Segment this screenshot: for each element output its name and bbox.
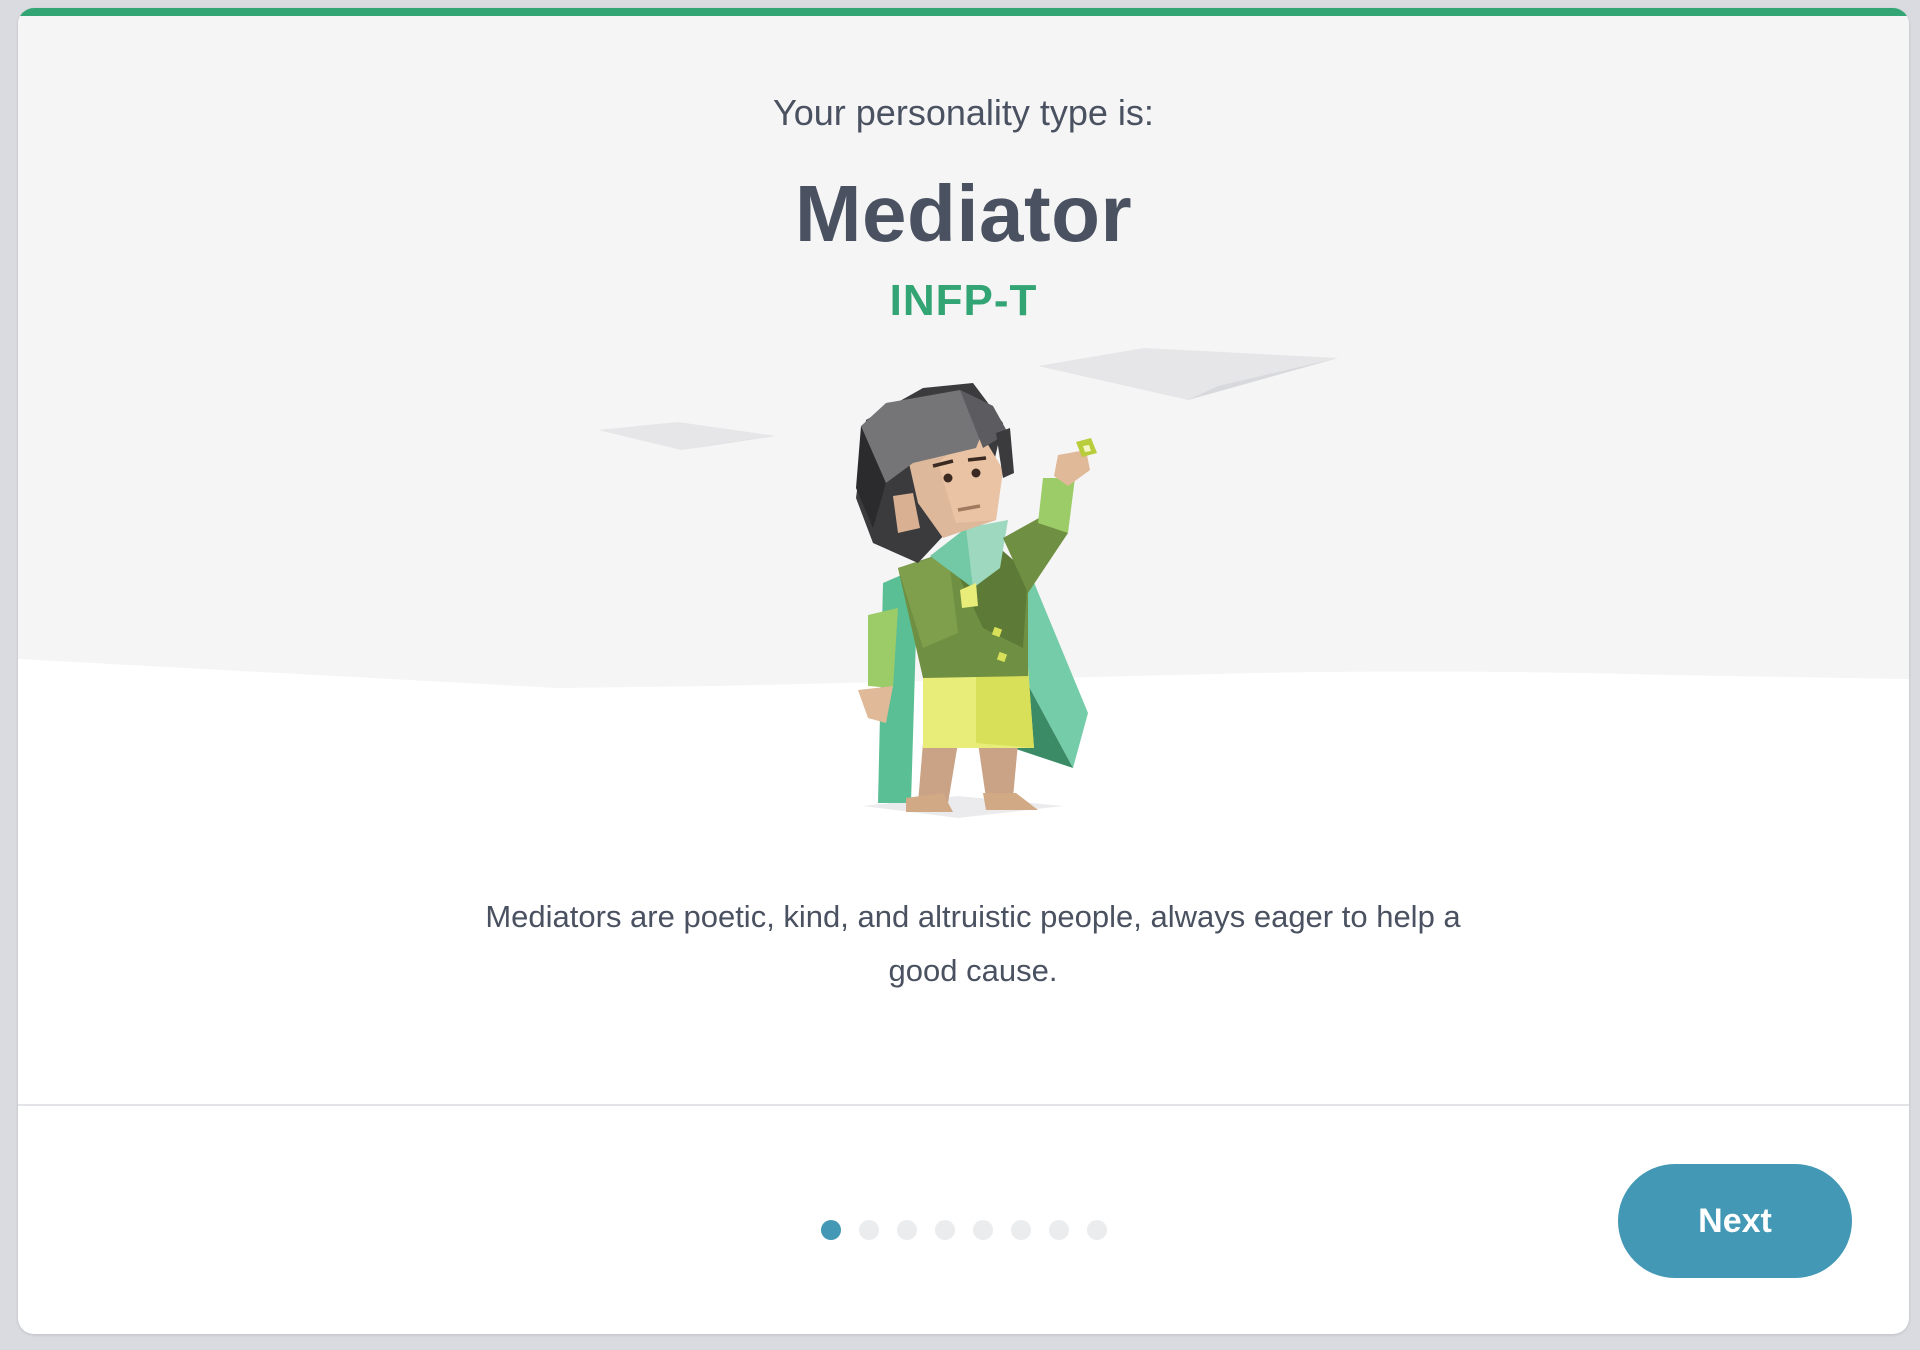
- cloud-icon: [598, 422, 776, 450]
- pagination-dot[interactable]: [934, 1220, 955, 1240]
- result-card: Your personality type is: Mediator INFP-…: [18, 8, 1909, 1334]
- mediator-character-illustration: [598, 348, 1338, 818]
- footer-divider: [18, 1104, 1909, 1106]
- personality-description: Mediators are poetic, kind, and altruist…: [485, 899, 1461, 988]
- pagination-dot[interactable]: [820, 1220, 841, 1240]
- pagination-dot[interactable]: [972, 1220, 993, 1240]
- pagination-dot[interactable]: [1010, 1220, 1031, 1240]
- pagination-dot[interactable]: [1086, 1220, 1107, 1240]
- cloud-icon: [1038, 348, 1338, 400]
- next-button[interactable]: Next: [1618, 1164, 1852, 1278]
- pagination-dot[interactable]: [1048, 1220, 1069, 1240]
- pagination-dot[interactable]: [896, 1220, 917, 1240]
- pagination-dot[interactable]: [858, 1220, 879, 1240]
